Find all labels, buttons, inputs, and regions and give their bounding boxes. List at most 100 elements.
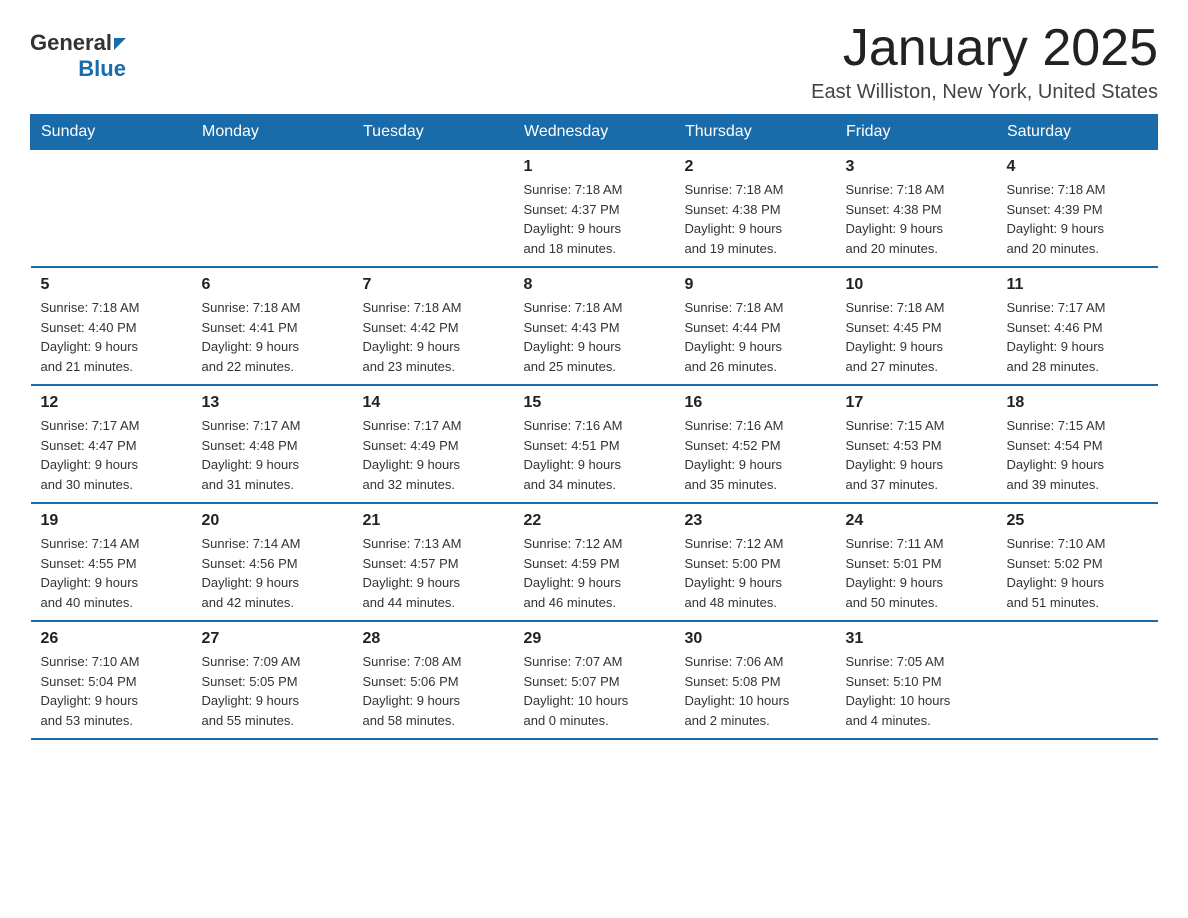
calendar-dow-header: Sunday: [31, 115, 192, 150]
day-number: 13: [202, 394, 343, 412]
day-info: Sunrise: 7:18 AM Sunset: 4:40 PM Dayligh…: [41, 298, 182, 376]
calendar-title: January 2025: [811, 20, 1158, 77]
calendar-day-cell: 29 Sunrise: 7:07 AM Sunset: 5:07 PM Dayli…: [514, 621, 675, 739]
day-info: Sunrise: 7:18 AM Sunset: 4:39 PM Dayligh…: [1007, 180, 1148, 258]
day-number: 3: [846, 158, 987, 176]
calendar-day-cell: 12 Sunrise: 7:17 AM Sunset: 4:47 PM Dayli…: [31, 385, 192, 503]
day-number: 12: [41, 394, 182, 412]
day-number: 27: [202, 630, 343, 648]
calendar-day-cell: 10 Sunrise: 7:18 AM Sunset: 4:45 PM Dayli…: [836, 267, 997, 385]
day-info: Sunrise: 7:10 AM Sunset: 5:02 PM Dayligh…: [1007, 534, 1148, 612]
calendar-day-cell: 23 Sunrise: 7:12 AM Sunset: 5:00 PM Dayli…: [675, 503, 836, 621]
day-number: 7: [363, 276, 504, 294]
day-number: 28: [363, 630, 504, 648]
day-info: Sunrise: 7:16 AM Sunset: 4:51 PM Dayligh…: [524, 416, 665, 494]
day-number: 26: [41, 630, 182, 648]
calendar-day-cell: 26 Sunrise: 7:10 AM Sunset: 5:04 PM Dayli…: [31, 621, 192, 739]
calendar-week-row: 19 Sunrise: 7:14 AM Sunset: 4:55 PM Dayli…: [31, 503, 1158, 621]
logo-general-text: General: [30, 30, 112, 56]
day-number: 21: [363, 512, 504, 530]
day-info: Sunrise: 7:16 AM Sunset: 4:52 PM Dayligh…: [685, 416, 826, 494]
day-info: Sunrise: 7:07 AM Sunset: 5:07 PM Dayligh…: [524, 652, 665, 730]
calendar-header-row: SundayMondayTuesdayWednesdayThursdayFrid…: [31, 115, 1158, 150]
day-info: Sunrise: 7:17 AM Sunset: 4:49 PM Dayligh…: [363, 416, 504, 494]
calendar-day-cell: 18 Sunrise: 7:15 AM Sunset: 4:54 PM Dayli…: [997, 385, 1158, 503]
day-info: Sunrise: 7:09 AM Sunset: 5:05 PM Dayligh…: [202, 652, 343, 730]
day-number: 23: [685, 512, 826, 530]
day-info: Sunrise: 7:17 AM Sunset: 4:47 PM Dayligh…: [41, 416, 182, 494]
day-number: 8: [524, 276, 665, 294]
day-number: 30: [685, 630, 826, 648]
calendar-day-cell: 11Sunrise: 7:17 AM Sunset: 4:46 PM Dayli…: [997, 267, 1158, 385]
day-number: 19: [41, 512, 182, 530]
day-number: 1: [524, 158, 665, 176]
day-info: Sunrise: 7:10 AM Sunset: 5:04 PM Dayligh…: [41, 652, 182, 730]
calendar-day-cell: 2 Sunrise: 7:18 AM Sunset: 4:38 PM Daylig…: [675, 150, 836, 268]
day-info: Sunrise: 7:06 AM Sunset: 5:08 PM Dayligh…: [685, 652, 826, 730]
calendar-day-cell: 4 Sunrise: 7:18 AM Sunset: 4:39 PM Daylig…: [997, 150, 1158, 268]
day-info: Sunrise: 7:12 AM Sunset: 5:00 PM Dayligh…: [685, 534, 826, 612]
calendar-day-cell: 30 Sunrise: 7:06 AM Sunset: 5:08 PM Dayli…: [675, 621, 836, 739]
calendar-day-cell: [192, 150, 353, 268]
day-number: 25: [1007, 512, 1148, 530]
day-info: Sunrise: 7:18 AM Sunset: 4:41 PM Dayligh…: [202, 298, 343, 376]
day-number: 22: [524, 512, 665, 530]
title-area: January 2025 East Williston, New York, U…: [811, 20, 1158, 104]
day-info: Sunrise: 7:18 AM Sunset: 4:37 PM Dayligh…: [524, 180, 665, 258]
calendar-table: SundayMondayTuesdayWednesdayThursdayFrid…: [30, 114, 1158, 740]
day-info: Sunrise: 7:17 AM Sunset: 4:48 PM Dayligh…: [202, 416, 343, 494]
day-number: 17: [846, 394, 987, 412]
logo-blue-text: Blue: [78, 56, 126, 82]
day-info: Sunrise: 7:14 AM Sunset: 4:55 PM Dayligh…: [41, 534, 182, 612]
day-number: 31: [846, 630, 987, 648]
calendar-day-cell: 21 Sunrise: 7:13 AM Sunset: 4:57 PM Dayli…: [353, 503, 514, 621]
day-number: 10: [846, 276, 987, 294]
day-number: 20: [202, 512, 343, 530]
day-number: 11: [1007, 276, 1148, 294]
calendar-week-row: 5 Sunrise: 7:18 AM Sunset: 4:40 PM Daylig…: [31, 267, 1158, 385]
calendar-day-cell: 17 Sunrise: 7:15 AM Sunset: 4:53 PM Dayli…: [836, 385, 997, 503]
calendar-day-cell: 15Sunrise: 7:16 AM Sunset: 4:51 PM Dayli…: [514, 385, 675, 503]
calendar-week-row: 26 Sunrise: 7:10 AM Sunset: 5:04 PM Dayli…: [31, 621, 1158, 739]
day-info: Sunrise: 7:18 AM Sunset: 4:43 PM Dayligh…: [524, 298, 665, 376]
day-number: 18: [1007, 394, 1148, 412]
calendar-day-cell: 3 Sunrise: 7:18 AM Sunset: 4:38 PM Daylig…: [836, 150, 997, 268]
day-info: Sunrise: 7:15 AM Sunset: 4:54 PM Dayligh…: [1007, 416, 1148, 494]
calendar-dow-header: Saturday: [997, 115, 1158, 150]
day-info: Sunrise: 7:12 AM Sunset: 4:59 PM Dayligh…: [524, 534, 665, 612]
day-number: 5: [41, 276, 182, 294]
calendar-dow-header: Monday: [192, 115, 353, 150]
day-info: Sunrise: 7:15 AM Sunset: 4:53 PM Dayligh…: [846, 416, 987, 494]
day-info: Sunrise: 7:18 AM Sunset: 4:38 PM Dayligh…: [846, 180, 987, 258]
calendar-day-cell: 5 Sunrise: 7:18 AM Sunset: 4:40 PM Daylig…: [31, 267, 192, 385]
calendar-subtitle: East Williston, New York, United States: [811, 81, 1158, 104]
day-info: Sunrise: 7:11 AM Sunset: 5:01 PM Dayligh…: [846, 534, 987, 612]
calendar-day-cell: 14 Sunrise: 7:17 AM Sunset: 4:49 PM Dayli…: [353, 385, 514, 503]
logo: General Blue: [30, 30, 126, 82]
day-info: Sunrise: 7:14 AM Sunset: 4:56 PM Dayligh…: [202, 534, 343, 612]
day-info: Sunrise: 7:18 AM Sunset: 4:38 PM Dayligh…: [685, 180, 826, 258]
calendar-day-cell: 27 Sunrise: 7:09 AM Sunset: 5:05 PM Dayli…: [192, 621, 353, 739]
day-number: 4: [1007, 158, 1148, 176]
day-number: 24: [846, 512, 987, 530]
day-info: Sunrise: 7:18 AM Sunset: 4:44 PM Dayligh…: [685, 298, 826, 376]
calendar-day-cell: 7 Sunrise: 7:18 AM Sunset: 4:42 PM Daylig…: [353, 267, 514, 385]
calendar-day-cell: 9 Sunrise: 7:18 AM Sunset: 4:44 PM Daylig…: [675, 267, 836, 385]
calendar-week-row: 12 Sunrise: 7:17 AM Sunset: 4:47 PM Dayli…: [31, 385, 1158, 503]
day-info: Sunrise: 7:18 AM Sunset: 4:42 PM Dayligh…: [363, 298, 504, 376]
day-number: 2: [685, 158, 826, 176]
calendar-day-cell: 8 Sunrise: 7:18 AM Sunset: 4:43 PM Daylig…: [514, 267, 675, 385]
calendar-day-cell: 13 Sunrise: 7:17 AM Sunset: 4:48 PM Dayli…: [192, 385, 353, 503]
calendar-day-cell: 25 Sunrise: 7:10 AM Sunset: 5:02 PM Dayli…: [997, 503, 1158, 621]
calendar-dow-header: Friday: [836, 115, 997, 150]
calendar-week-row: 1 Sunrise: 7:18 AM Sunset: 4:37 PM Daylig…: [31, 150, 1158, 268]
calendar-day-cell: 1 Sunrise: 7:18 AM Sunset: 4:37 PM Daylig…: [514, 150, 675, 268]
day-info: Sunrise: 7:18 AM Sunset: 4:45 PM Dayligh…: [846, 298, 987, 376]
day-info: Sunrise: 7:13 AM Sunset: 4:57 PM Dayligh…: [363, 534, 504, 612]
header: General Blue January 2025 East Williston…: [30, 20, 1158, 104]
day-number: 29: [524, 630, 665, 648]
day-number: 9: [685, 276, 826, 294]
day-number: 14: [363, 394, 504, 412]
calendar-day-cell: 31Sunrise: 7:05 AM Sunset: 5:10 PM Dayli…: [836, 621, 997, 739]
calendar-day-cell: 24 Sunrise: 7:11 AM Sunset: 5:01 PM Dayli…: [836, 503, 997, 621]
